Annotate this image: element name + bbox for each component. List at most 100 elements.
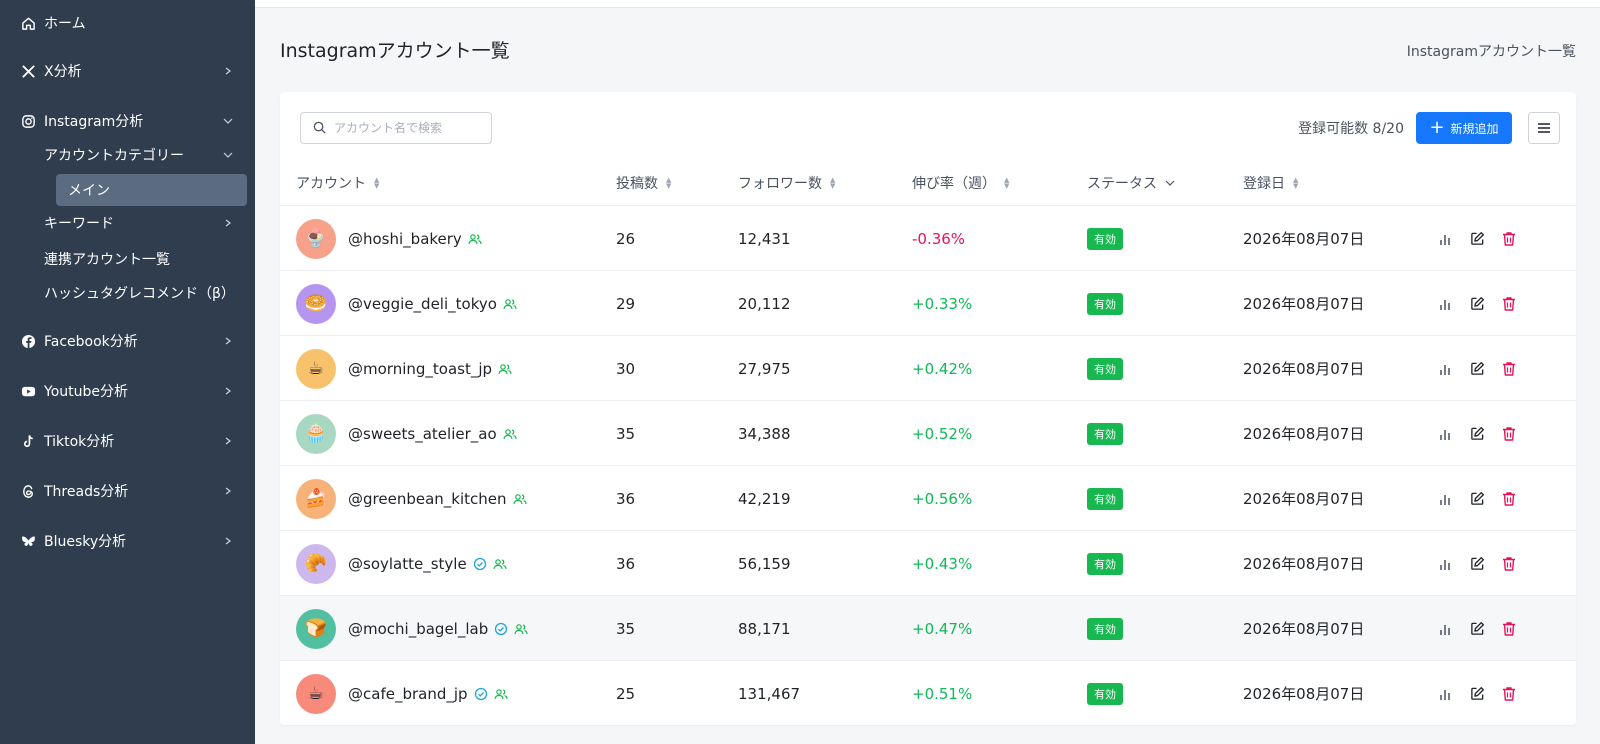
column-header-account[interactable]: アカウント ▲ ▼	[296, 160, 379, 206]
delete-icon[interactable]	[1499, 359, 1519, 379]
column-header-label: 伸び率（週）	[912, 176, 996, 192]
column-menu-button[interactable]	[1528, 112, 1560, 144]
sidebar-item-facebook[interactable]: Facebook分析	[0, 323, 255, 359]
add-account-button[interactable]: + 新規追加	[1416, 112, 1512, 144]
edit-icon[interactable]	[1467, 229, 1487, 249]
table-row[interactable]: 🧁 @sweets_atelier_ao 35 34,388 +0.52% 有効 2026年…	[280, 401, 1576, 466]
sidebar-item-hashtag-recommend[interactable]: ハッシュタグレコメンド（β）	[0, 275, 255, 311]
analytics-icon[interactable]	[1435, 229, 1455, 249]
sidebar-item-tiktok[interactable]: Tiktok分析	[0, 423, 255, 459]
chevron-right-icon	[223, 218, 233, 228]
chevron-right-icon	[223, 436, 233, 446]
edit-icon[interactable]	[1467, 684, 1487, 704]
quota-text: 登録可能数 8/20	[1298, 121, 1404, 137]
column-header-date[interactable]: 登録日 ▲ ▼	[1243, 160, 1298, 206]
delete-icon[interactable]	[1499, 294, 1519, 314]
account-cell: 🍞 @mochi_bagel_lab	[296, 596, 528, 661]
avatar[interactable]: 🍨	[296, 218, 336, 259]
threads-icon	[20, 483, 36, 499]
analytics-icon[interactable]	[1435, 359, 1455, 379]
verified-icon	[474, 687, 488, 701]
sidebar-item-keyword[interactable]: キーワード	[0, 205, 255, 241]
followers-cell: 20,112	[738, 294, 791, 313]
sort-icon: ▲ ▼	[374, 176, 380, 190]
table-row[interactable]: 🍰 @greenbean_kitchen 36 42,219 +0.56% 有効 2026年…	[280, 466, 1576, 531]
sort-icon: ▲ ▼	[1293, 176, 1299, 190]
sidebar-item-instagram[interactable]: Instagram分析	[0, 103, 255, 139]
account-handle[interactable]: @morning_toast_jp	[348, 360, 492, 378]
sort-icon: ▲ ▼	[830, 176, 836, 190]
avatar[interactable]: 🥐	[296, 543, 336, 584]
analytics-icon[interactable]	[1435, 489, 1455, 509]
edit-icon[interactable]	[1467, 359, 1487, 379]
edit-icon[interactable]	[1467, 424, 1487, 444]
chevron-right-icon	[223, 336, 233, 346]
posts-cell: 36	[616, 489, 636, 508]
avatar[interactable]: 🧁	[296, 413, 336, 454]
delete-icon[interactable]	[1499, 229, 1519, 249]
status-cell: 有効	[1087, 466, 1123, 531]
analytics-icon[interactable]	[1435, 619, 1455, 639]
breadcrumb[interactable]: Instagramアカウント一覧	[1407, 41, 1576, 61]
edit-icon[interactable]	[1467, 619, 1487, 639]
table-row[interactable]: 🍞 @mochi_bagel_lab 35 88,171 +0.47% 有効 2026年08…	[280, 596, 1576, 661]
account-handle[interactable]: @soylatte_style	[348, 555, 467, 573]
actions-cell	[1435, 531, 1531, 596]
edit-icon[interactable]	[1467, 554, 1487, 574]
actions-cell	[1435, 206, 1531, 271]
analytics-icon[interactable]	[1435, 424, 1455, 444]
sidebar-item-linked-accounts[interactable]: 連携アカウント一覧	[0, 241, 255, 277]
growth-cell: +0.47%	[912, 619, 973, 638]
linked-users-icon	[468, 233, 482, 245]
column-header-followers[interactable]: フォロワー数 ▲ ▼	[738, 160, 835, 206]
analytics-icon[interactable]	[1435, 684, 1455, 704]
delete-icon[interactable]	[1499, 684, 1519, 704]
delete-icon[interactable]	[1499, 424, 1519, 444]
actions-cell	[1435, 596, 1531, 661]
edit-icon[interactable]	[1467, 489, 1487, 509]
edit-icon[interactable]	[1467, 294, 1487, 314]
date-cell: 2026年08月07日	[1243, 555, 1365, 573]
avatar[interactable]: 🍰	[296, 478, 336, 519]
account-handle[interactable]: @mochi_bagel_lab	[348, 620, 488, 638]
column-header-posts[interactable]: 投稿数 ▲ ▼	[616, 160, 671, 206]
verified-icon	[473, 557, 487, 571]
search-box[interactable]	[300, 112, 492, 144]
avatar[interactable]: ☕	[296, 348, 336, 389]
sidebar-item-home[interactable]: ホーム	[0, 5, 255, 41]
account-handle[interactable]: @hoshi_bakery	[348, 230, 462, 248]
growth-cell: +0.33%	[912, 294, 973, 313]
status-cell: 有効	[1087, 596, 1123, 661]
sidebar-item-threads[interactable]: Threads分析	[0, 473, 255, 509]
account-handle[interactable]: @cafe_brand_jp	[348, 685, 468, 703]
followers-cell: 42,219	[738, 489, 791, 508]
sidebar-item-label: Threads分析	[44, 484, 129, 500]
search-input[interactable]	[334, 121, 484, 135]
account-handle[interactable]: @greenbean_kitchen	[348, 490, 507, 508]
sidebar-item-youtube[interactable]: Youtube分析	[0, 373, 255, 409]
account-handle[interactable]: @veggie_deli_tokyo	[348, 295, 497, 313]
avatar[interactable]: ☕	[296, 673, 336, 714]
delete-icon[interactable]	[1499, 619, 1519, 639]
table-row[interactable]: 🍨 @hoshi_bakery 26 12,431 -0.36% 有効 2026年08月07…	[280, 206, 1576, 271]
delete-icon[interactable]	[1499, 489, 1519, 509]
table-row[interactable]: 🥐 @soylatte_style 36 56,159 +0.43% 有効 2026年08月…	[280, 531, 1576, 596]
analytics-icon[interactable]	[1435, 294, 1455, 314]
delete-icon[interactable]	[1499, 554, 1519, 574]
table-row[interactable]: ☕ @morning_toast_jp 30 27,975 +0.42% 有効 2026年0…	[280, 336, 1576, 401]
sidebar-item-bluesky[interactable]: Bluesky分析	[0, 523, 255, 559]
analytics-icon[interactable]	[1435, 554, 1455, 574]
sidebar-item-account-category[interactable]: アカウントカテゴリー	[0, 137, 255, 173]
sidebar-item-label: アカウントカテゴリー	[44, 148, 184, 164]
account-handle[interactable]: @sweets_atelier_ao	[348, 425, 497, 443]
account-cell: 🍰 @greenbean_kitchen	[296, 466, 527, 531]
column-header-status[interactable]: ステータス	[1087, 160, 1175, 206]
sidebar-item-main[interactable]: メイン	[56, 174, 247, 206]
avatar[interactable]: 🍞	[296, 608, 336, 649]
avatar[interactable]: 🥯	[296, 283, 336, 324]
sidebar-item-label: Youtube分析	[44, 384, 128, 400]
table-row[interactable]: 🥯 @veggie_deli_tokyo 29 20,112 +0.33% 有効 2026年…	[280, 271, 1576, 336]
sidebar-item-x[interactable]: X分析	[0, 53, 255, 89]
column-header-growth[interactable]: 伸び率（週） ▲ ▼	[912, 160, 1009, 206]
table-row[interactable]: ☕ @cafe_brand_jp 25 131,467 +0.51% 有効 2026年08月…	[280, 661, 1576, 726]
